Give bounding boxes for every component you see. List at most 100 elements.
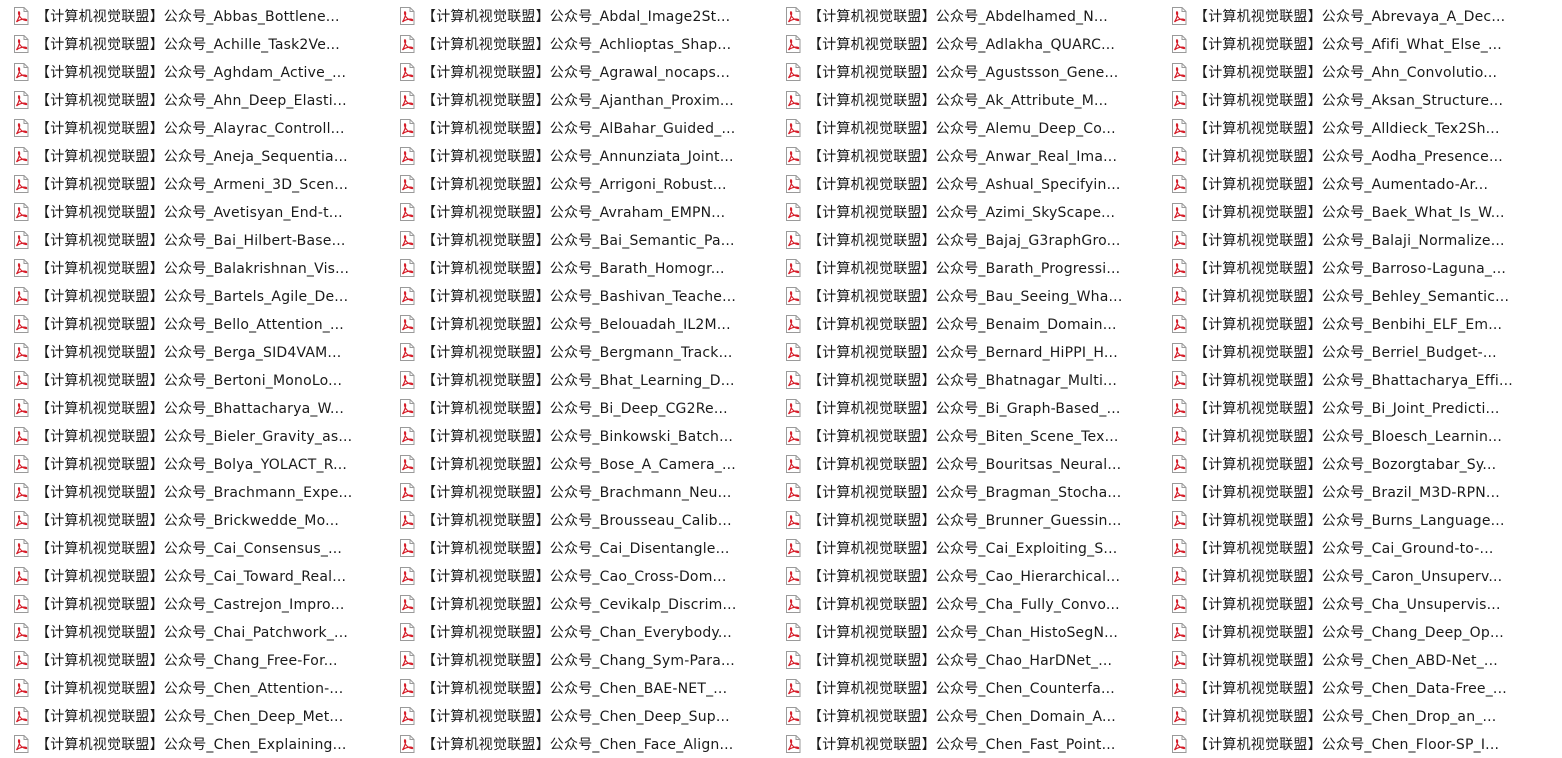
file-item[interactable]: 【计算机视觉联盟】公众号_Arrigoni_Robust...	[398, 170, 784, 198]
file-item[interactable]: 【计算机视觉联盟】公众号_Cai_Consensus_...	[12, 534, 398, 562]
file-item[interactable]: 【计算机视觉联盟】公众号_Annunziata_Joint...	[398, 142, 784, 170]
file-item[interactable]: 【计算机视觉联盟】公众号_Chen_Deep_Met...	[12, 702, 398, 730]
file-item[interactable]: 【计算机视觉联盟】公众号_Bau_Seeing_Wha...	[784, 282, 1170, 310]
file-item[interactable]: 【计算机视觉联盟】公众号_Bhattacharya_Effi...	[1170, 366, 1556, 394]
file-item[interactable]: 【计算机视觉联盟】公众号_Cao_Cross-Dom...	[398, 562, 784, 590]
file-item[interactable]: 【计算机视觉联盟】公众号_Agrawal_nocaps...	[398, 58, 784, 86]
file-item[interactable]: 【计算机视觉联盟】公众号_Adlakha_QUARC...	[784, 30, 1170, 58]
file-item[interactable]: 【计算机视觉联盟】公众号_Ak_Attribute_M...	[784, 86, 1170, 114]
file-item[interactable]: 【计算机视觉联盟】公众号_Balaji_Normalize...	[1170, 226, 1556, 254]
file-item[interactable]: 【计算机视觉联盟】公众号_Cai_Ground-to-...	[1170, 534, 1556, 562]
file-item[interactable]: 【计算机视觉联盟】公众号_Bolya_YOLACT_R...	[12, 450, 398, 478]
file-item[interactable]: 【计算机视觉联盟】公众号_Bergmann_Track...	[398, 338, 784, 366]
file-item[interactable]: 【计算机视觉联盟】公众号_Chen_Counterfa...	[784, 674, 1170, 702]
file-item[interactable]: 【计算机视觉联盟】公众号_Bi_Graph-Based_...	[784, 394, 1170, 422]
file-item[interactable]: 【计算机视觉联盟】公众号_Abdal_Image2St...	[398, 2, 784, 30]
file-item[interactable]: 【计算机视觉联盟】公众号_Avraham_EMPN...	[398, 198, 784, 226]
file-item[interactable]: 【计算机视觉联盟】公众号_Abbas_Bottlene...	[12, 2, 398, 30]
file-item[interactable]: 【计算机视觉联盟】公众号_Cha_Unsupervis...	[1170, 590, 1556, 618]
file-item[interactable]: 【计算机视觉联盟】公众号_Alayrac_Controll...	[12, 114, 398, 142]
file-item[interactable]: 【计算机视觉联盟】公众号_Ashual_Specifyin...	[784, 170, 1170, 198]
file-item[interactable]: 【计算机视觉联盟】公众号_Ajanthan_Proxim...	[398, 86, 784, 114]
file-item[interactable]: 【计算机视觉联盟】公众号_Burns_Language...	[1170, 506, 1556, 534]
file-item[interactable]: 【计算机视觉联盟】公众号_Cai_Exploiting_S...	[784, 534, 1170, 562]
file-item[interactable]: 【计算机视觉联盟】公众号_Armeni_3D_Scen...	[12, 170, 398, 198]
file-item[interactable]: 【计算机视觉联盟】公众号_Benaim_Domain...	[784, 310, 1170, 338]
file-item[interactable]: 【计算机视觉联盟】公众号_Bartels_Agile_De...	[12, 282, 398, 310]
file-item[interactable]: 【计算机视觉联盟】公众号_Chen_Floor-SP_I...	[1170, 730, 1556, 758]
file-item[interactable]: 【计算机视觉联盟】公众号_Aksan_Structure...	[1170, 86, 1556, 114]
file-item[interactable]: 【计算机视觉联盟】公众号_Chan_HistoSegN...	[784, 618, 1170, 646]
file-item[interactable]: 【计算机视觉联盟】公众号_Chen_Domain_A...	[784, 702, 1170, 730]
file-item[interactable]: 【计算机视觉联盟】公众号_Baek_What_Is_W...	[1170, 198, 1556, 226]
file-item[interactable]: 【计算机视觉联盟】公众号_Bhattacharya_W...	[12, 394, 398, 422]
file-item[interactable]: 【计算机视觉联盟】公众号_Anwar_Real_Ima...	[784, 142, 1170, 170]
file-item[interactable]: 【计算机视觉联盟】公众号_Bai_Semantic_Pa...	[398, 226, 784, 254]
file-item[interactable]: 【计算机视觉联盟】公众号_Chen_Face_Align...	[398, 730, 784, 758]
file-item[interactable]: 【计算机视觉联盟】公众号_Chai_Patchwork_...	[12, 618, 398, 646]
file-item[interactable]: 【计算机视觉联盟】公众号_Bernard_HiPPI_H...	[784, 338, 1170, 366]
file-item[interactable]: 【计算机视觉联盟】公众号_Chen_Fast_Point...	[784, 730, 1170, 758]
file-item[interactable]: 【计算机视觉联盟】公众号_AlBahar_Guided_...	[398, 114, 784, 142]
file-item[interactable]: 【计算机视觉联盟】公众号_Behley_Semantic...	[1170, 282, 1556, 310]
file-item[interactable]: 【计算机视觉联盟】公众号_Caron_Unsuperv...	[1170, 562, 1556, 590]
file-item[interactable]: 【计算机视觉联盟】公众号_Bouritsas_Neural...	[784, 450, 1170, 478]
file-item[interactable]: 【计算机视觉联盟】公众号_Aumentado-Ar...	[1170, 170, 1556, 198]
file-item[interactable]: 【计算机视觉联盟】公众号_Chen_BAE-NET_...	[398, 674, 784, 702]
file-item[interactable]: 【计算机视觉联盟】公众号_Bajaj_G3raphGro...	[784, 226, 1170, 254]
file-item[interactable]: 【计算机视觉联盟】公众号_Cai_Disentangle...	[398, 534, 784, 562]
file-item[interactable]: 【计算机视觉联盟】公众号_Chen_Deep_Sup...	[398, 702, 784, 730]
file-item[interactable]: 【计算机视觉联盟】公众号_Chang_Free-For...	[12, 646, 398, 674]
file-item[interactable]: 【计算机视觉联盟】公众号_Brunner_Guessin...	[784, 506, 1170, 534]
file-item[interactable]: 【计算机视觉联盟】公众号_Achlioptas_Shap...	[398, 30, 784, 58]
file-item[interactable]: 【计算机视觉联盟】公众号_Chen_Data-Free_...	[1170, 674, 1556, 702]
file-item[interactable]: 【计算机视觉联盟】公众号_Bello_Attention_...	[12, 310, 398, 338]
file-item[interactable]: 【计算机视觉联盟】公众号_Bai_Hilbert-Base...	[12, 226, 398, 254]
file-item[interactable]: 【计算机视觉联盟】公众号_Brachmann_Expe...	[12, 478, 398, 506]
file-item[interactable]: 【计算机视觉联盟】公众号_Alldieck_Tex2Sh...	[1170, 114, 1556, 142]
file-item[interactable]: 【计算机视觉联盟】公众号_Chen_Attention-...	[12, 674, 398, 702]
file-item[interactable]: 【计算机视觉联盟】公众号_Azimi_SkyScape...	[784, 198, 1170, 226]
file-item[interactable]: 【计算机视觉联盟】公众号_Chen_ABD-Net_...	[1170, 646, 1556, 674]
file-item[interactable]: 【计算机视觉联盟】公众号_Brazil_M3D-RPN...	[1170, 478, 1556, 506]
file-item[interactable]: 【计算机视觉联盟】公众号_Alemu_Deep_Co...	[784, 114, 1170, 142]
file-item[interactable]: 【计算机视觉联盟】公众号_Brachmann_Neu...	[398, 478, 784, 506]
file-item[interactable]: 【计算机视觉联盟】公众号_Bi_Deep_CG2Re...	[398, 394, 784, 422]
file-item[interactable]: 【计算机视觉联盟】公众号_Cai_Toward_Real...	[12, 562, 398, 590]
file-item[interactable]: 【计算机视觉联盟】公众号_Ahn_Deep_Elasti...	[12, 86, 398, 114]
file-item[interactable]: 【计算机视觉联盟】公众号_Castrejon_Impro...	[12, 590, 398, 618]
file-item[interactable]: 【计算机视觉联盟】公众号_Benbihi_ELF_Em...	[1170, 310, 1556, 338]
file-item[interactable]: 【计算机视觉联盟】公众号_Agustsson_Gene...	[784, 58, 1170, 86]
file-item[interactable]: 【计算机视觉联盟】公众号_Brousseau_Calib...	[398, 506, 784, 534]
file-item[interactable]: 【计算机视觉联盟】公众号_Aodha_Presence...	[1170, 142, 1556, 170]
file-item[interactable]: 【计算机视觉联盟】公众号_Chen_Drop_an_...	[1170, 702, 1556, 730]
file-item[interactable]: 【计算机视觉联盟】公众号_Chan_Everybody...	[398, 618, 784, 646]
file-item[interactable]: 【计算机视觉联盟】公众号_Barroso-Laguna_...	[1170, 254, 1556, 282]
file-item[interactable]: 【计算机视觉联盟】公众号_Chen_Explaining...	[12, 730, 398, 758]
file-item[interactable]: 【计算机视觉联盟】公众号_Brickwedde_Mo...	[12, 506, 398, 534]
file-item[interactable]: 【计算机视觉联盟】公众号_Berga_SID4VAM...	[12, 338, 398, 366]
file-item[interactable]: 【计算机视觉联盟】公众号_Bose_A_Camera_...	[398, 450, 784, 478]
file-item[interactable]: 【计算机视觉联盟】公众号_Bertoni_MonoLo...	[12, 366, 398, 394]
file-item[interactable]: 【计算机视觉联盟】公众号_Chang_Sym-Para...	[398, 646, 784, 674]
file-item[interactable]: 【计算机视觉联盟】公众号_Binkowski_Batch...	[398, 422, 784, 450]
file-item[interactable]: 【计算机视觉联盟】公众号_Berriel_Budget-...	[1170, 338, 1556, 366]
file-item[interactable]: 【计算机视觉联盟】公众号_Bi_Joint_Predicti...	[1170, 394, 1556, 422]
file-item[interactable]: 【计算机视觉联盟】公众号_Chang_Deep_Op...	[1170, 618, 1556, 646]
file-item[interactable]: 【计算机视觉联盟】公众号_Abrevaya_A_Dec...	[1170, 2, 1556, 30]
file-item[interactable]: 【计算机视觉联盟】公众号_Aneja_Sequentia...	[12, 142, 398, 170]
file-item[interactable]: 【计算机视觉联盟】公众号_Aghdam_Active_...	[12, 58, 398, 86]
file-item[interactable]: 【计算机视觉联盟】公众号_Biten_Scene_Tex...	[784, 422, 1170, 450]
file-item[interactable]: 【计算机视觉联盟】公众号_Cha_Fully_Convo...	[784, 590, 1170, 618]
file-item[interactable]: 【计算机视觉联盟】公众号_Bloesch_Learnin...	[1170, 422, 1556, 450]
file-item[interactable]: 【计算机视觉联盟】公众号_Bozorgtabar_Sy...	[1170, 450, 1556, 478]
file-item[interactable]: 【计算机视觉联盟】公众号_Bhatnagar_Multi...	[784, 366, 1170, 394]
file-item[interactable]: 【计算机视觉联盟】公众号_Balakrishnan_Vis...	[12, 254, 398, 282]
file-item[interactable]: 【计算机视觉联盟】公众号_Bashivan_Teache...	[398, 282, 784, 310]
file-item[interactable]: 【计算机视觉联盟】公众号_Cao_Hierarchical...	[784, 562, 1170, 590]
file-item[interactable]: 【计算机视觉联盟】公众号_Barath_Homogr...	[398, 254, 784, 282]
file-item[interactable]: 【计算机视觉联盟】公众号_Achille_Task2Ve...	[12, 30, 398, 58]
file-item[interactable]: 【计算机视觉联盟】公众号_Barath_Progressi...	[784, 254, 1170, 282]
file-item[interactable]: 【计算机视觉联盟】公众号_Bragman_Stocha...	[784, 478, 1170, 506]
file-item[interactable]: 【计算机视觉联盟】公众号_Bieler_Gravity_as...	[12, 422, 398, 450]
